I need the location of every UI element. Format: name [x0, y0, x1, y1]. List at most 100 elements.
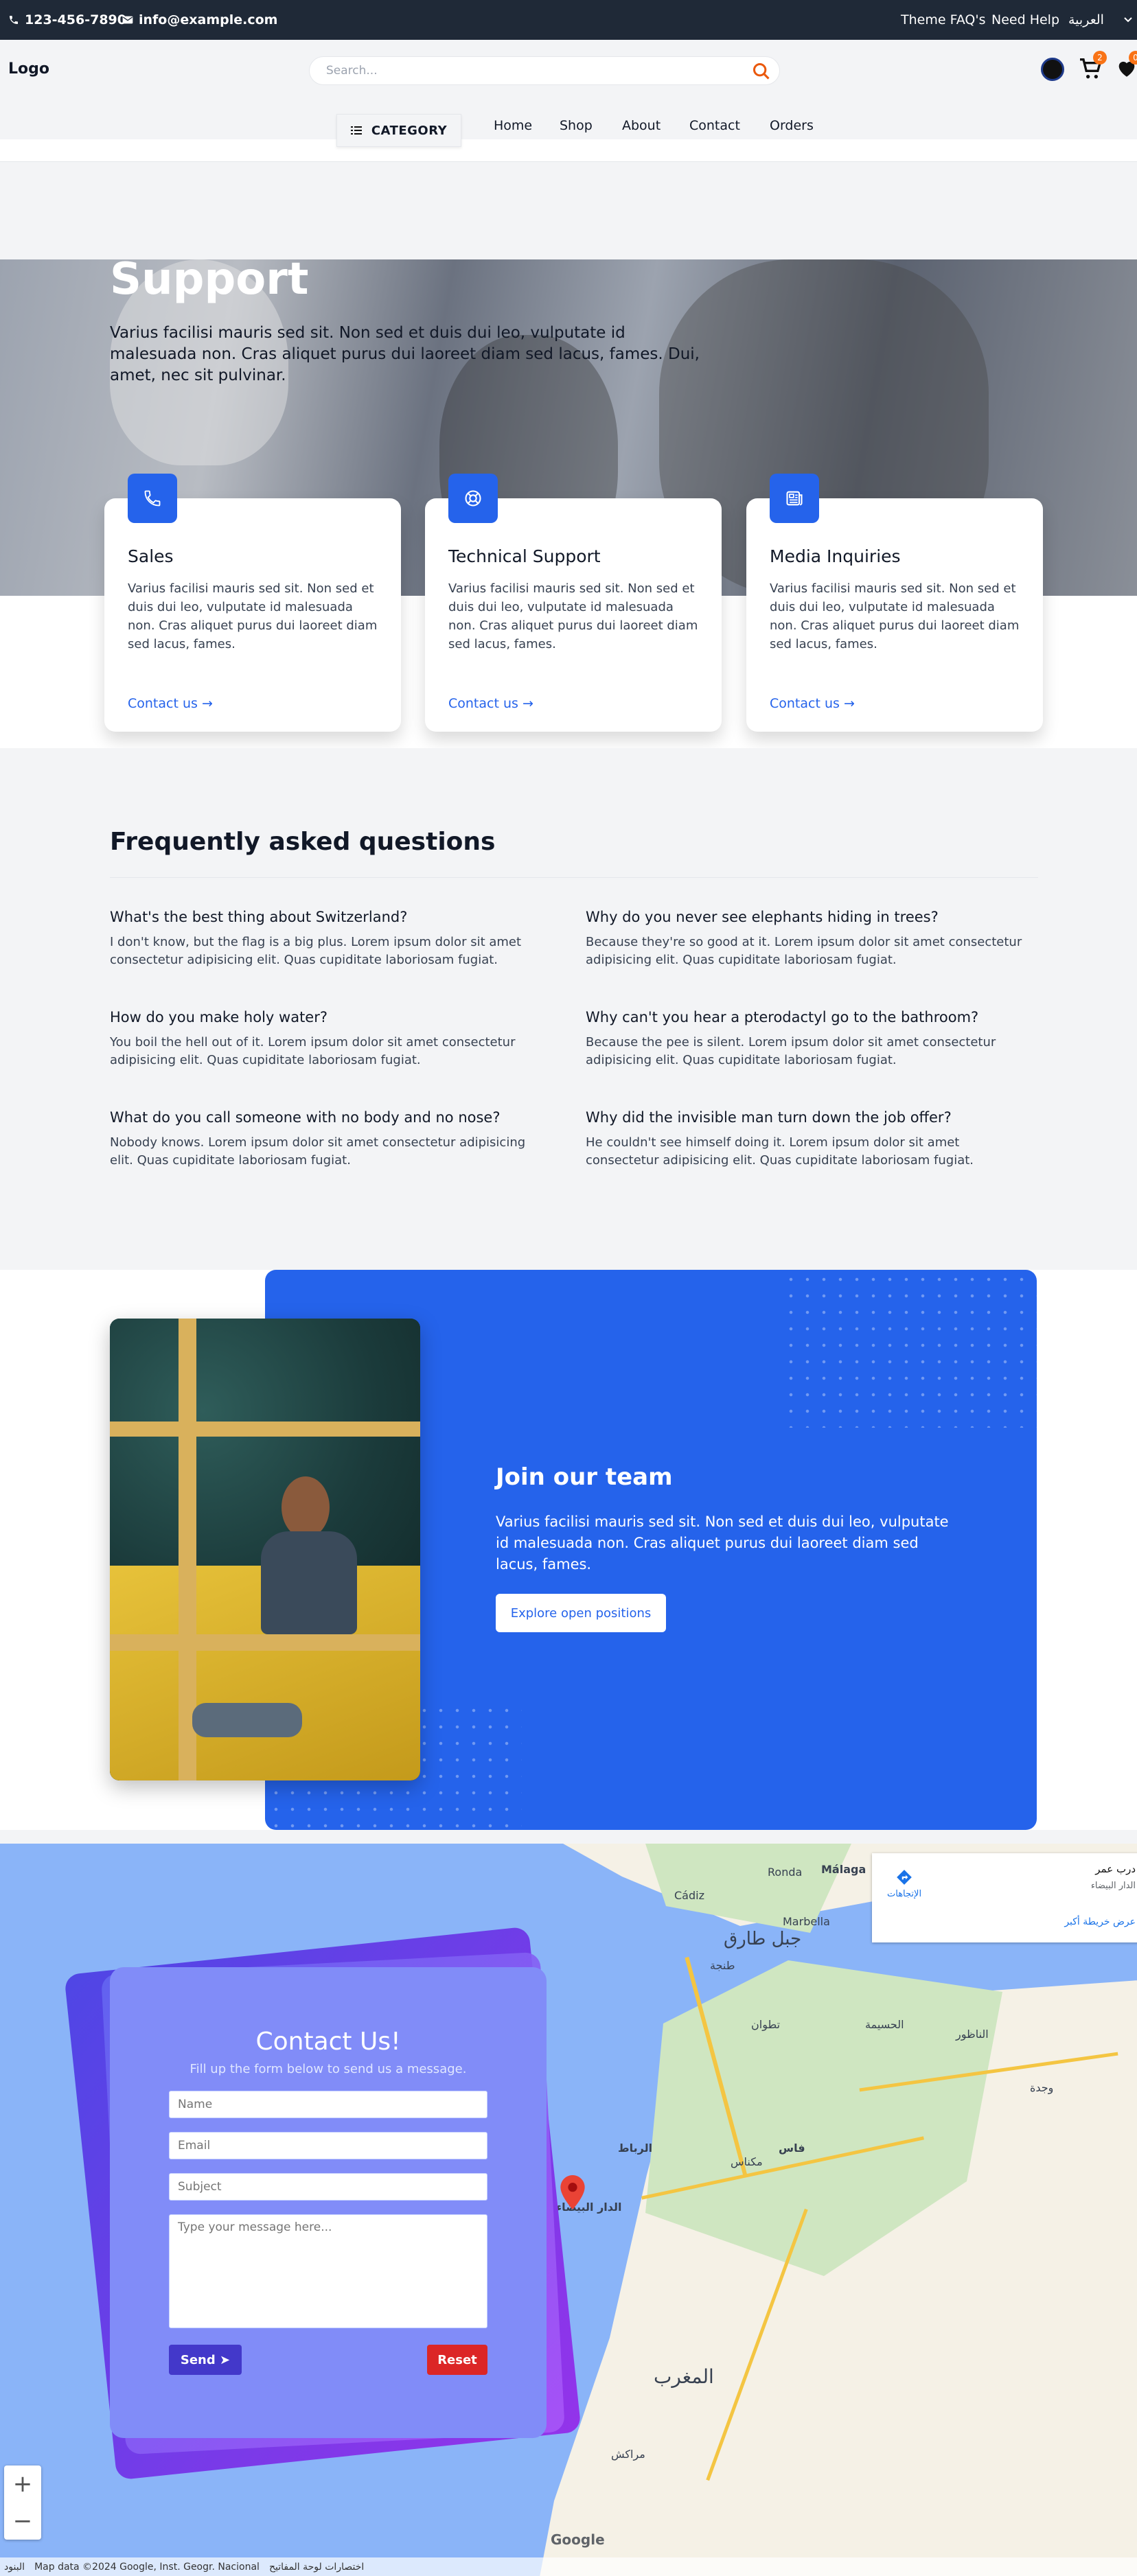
theme-faq-link[interactable]: Theme FAQ's	[901, 0, 986, 40]
search-icon[interactable]	[752, 62, 771, 81]
need-help-link[interactable]: Need Help	[991, 0, 1059, 40]
phone-icon	[10, 16, 18, 24]
map-label: طنجة	[710, 1959, 735, 1972]
faq-title: Frequently asked questions	[110, 828, 496, 856]
map-label: المغرب	[654, 2365, 714, 2388]
map-pin-icon[interactable]	[560, 2175, 585, 2209]
cart-badge: 2	[1093, 51, 1107, 65]
place-city: الدار البيضاء	[1090, 1881, 1136, 1891]
support-card-technical: Technical Support Varius facilisi mauris…	[425, 474, 722, 732]
newspaper-icon	[770, 474, 819, 523]
faq-question: Why can't you hear a pterodactyl go to t…	[586, 1009, 979, 1025]
card-text: Varius facilisi mauris sed sit. Non sed …	[128, 581, 378, 651]
faq-question: How do you make holy water?	[110, 1009, 328, 1025]
card-title: Sales	[128, 546, 174, 566]
list-icon	[350, 126, 362, 135]
dot-pattern	[783, 1271, 1037, 1428]
join-title: Join our team	[496, 1463, 673, 1491]
logo[interactable]: Logo	[8, 60, 49, 78]
contact-us-link[interactable]: Contact us →	[128, 696, 213, 711]
faq-answer: You boil the hell out of it. Lorem ipsum…	[110, 1035, 516, 1067]
map-label: Ronda	[768, 1866, 803, 1879]
phone-contact[interactable]: 123-456-7890	[8, 0, 126, 40]
hero-title: Support	[110, 254, 309, 305]
faq-divider	[110, 877, 1038, 878]
faq-question: Why did the invisible man turn down the …	[586, 1109, 952, 1126]
directions-button[interactable]: الإتجاهات	[887, 1868, 921, 1899]
card-text: Varius facilisi mauris sed sit. Non sed …	[448, 581, 698, 651]
faq-question: What do you call someone with no body an…	[110, 1109, 501, 1126]
map-label: الحسيمة	[865, 2018, 904, 2031]
zoom-out-button[interactable]: −	[4, 2503, 41, 2540]
nav-contact[interactable]: Contact	[689, 118, 740, 133]
email-contact[interactable]: info@example.com	[122, 0, 277, 40]
email-field[interactable]	[169, 2132, 487, 2159]
map-label: مراكش	[611, 2448, 645, 2461]
faq-answer: Because the pee is silent. Lorem ipsum d…	[586, 1035, 996, 1067]
map-info-card: الإتجاهات درب عمر الدار البيضاء عرض خريط…	[872, 1853, 1137, 1942]
team-photo	[110, 1319, 420, 1780]
map-label: الرباط	[618, 2142, 653, 2155]
map-label: الناظور	[956, 2028, 989, 2041]
keyboard-shortcuts-link[interactable]: اختصارات لوحة المفاتيح	[269, 2562, 364, 2573]
faq-item: How do you make holy water? You boil the…	[110, 1009, 549, 1069]
map-label: مكناس	[731, 2155, 763, 2168]
explore-positions-button[interactable]: Explore open positions	[496, 1594, 666, 1632]
nav-orders[interactable]: Orders	[770, 118, 814, 133]
map-label: Marbella	[783, 1915, 830, 1928]
reset-button[interactable]: Reset	[427, 2345, 487, 2375]
support-card-sales: Sales Varius facilisi mauris sed sit. No…	[104, 474, 401, 732]
contact-form: Contact Us! Fill up the form below to se…	[110, 1967, 547, 2438]
message-field[interactable]	[169, 2214, 487, 2328]
cart-button[interactable]: 2	[1077, 51, 1107, 82]
spacer-band	[0, 162, 1137, 259]
map-separator	[0, 1830, 1137, 1844]
lifebuoy-icon	[448, 474, 498, 523]
map-label: وجدة	[1030, 2081, 1054, 2094]
map-footer: البنود Map data ©2024 Google, Inst. Geog…	[0, 2557, 1137, 2576]
card-title: Technical Support	[448, 546, 601, 566]
larger-map-link[interactable]: عرض خريطة أكبر	[1064, 1916, 1136, 1927]
map-label: فاس	[779, 2142, 805, 2155]
subject-field[interactable]	[169, 2173, 487, 2201]
phone-icon	[128, 474, 177, 523]
category-button[interactable]: CATEGORY	[336, 114, 461, 147]
faq-item: What's the best thing about Switzerland?…	[110, 909, 549, 969]
faq-item: Why did the invisible man turn down the …	[586, 1109, 1025, 1170]
faq-answer: Nobody knows. Lorem ipsum dolor sit amet…	[110, 1135, 526, 1168]
card-title: Media Inquiries	[770, 546, 901, 566]
nav-shop[interactable]: Shop	[560, 118, 593, 133]
google-logo: Google	[551, 2531, 605, 2548]
faq-answer: He couldn't see himself doing it. Lorem …	[586, 1135, 974, 1168]
contact-us-link[interactable]: Contact us →	[448, 696, 533, 711]
zoom-controls: + −	[4, 2465, 41, 2540]
zoom-in-button[interactable]: +	[4, 2465, 41, 2503]
top-bar: 123-456-7890 info@example.com Theme FAQ'…	[0, 0, 1137, 40]
name-field[interactable]	[169, 2091, 487, 2118]
support-card-media: Media Inquiries Varius facilisi mauris s…	[746, 474, 1043, 732]
language-switch[interactable]: العربية	[1068, 0, 1104, 40]
search-input[interactable]: Search...	[326, 64, 378, 78]
map-label: تطوان	[751, 2018, 781, 2031]
faq-question: Why do you never see elephants hiding in…	[586, 909, 939, 925]
chevron-down-icon[interactable]	[1123, 0, 1133, 40]
directions-icon	[897, 1870, 912, 1885]
contact-subtitle: Fill up the form below to send us a mess…	[190, 2062, 467, 2076]
contact-us-link[interactable]: Contact us →	[770, 696, 855, 711]
directions-label: الإتجاهات	[887, 1889, 922, 1899]
place-name: درب عمر	[1095, 1863, 1136, 1875]
nav-about[interactable]: About	[622, 118, 661, 133]
join-text: Varius facilisi mauris sed sit. Non sed …	[496, 1513, 949, 1573]
terms-link[interactable]: البنود	[4, 2562, 25, 2573]
map-label: Málaga	[821, 1863, 866, 1876]
send-button[interactable]: Send ➤	[169, 2345, 242, 2375]
nav-home[interactable]: Home	[494, 118, 532, 133]
hero-text: Varius facilisi mauris sed sit. Non sed …	[110, 324, 700, 384]
email-address: info@example.com	[139, 12, 278, 27]
faq-answer: I don't know, but the flag is a big plus…	[110, 935, 522, 967]
faq-answer: Because they're so good at it. Lorem ips…	[586, 935, 1022, 967]
avatar[interactable]	[1041, 58, 1064, 81]
wishlist-button[interactable]: 0	[1115, 51, 1137, 80]
search-bar[interactable]: Search...	[309, 56, 780, 85]
map-attribution: Map data ©2024 Google, Inst. Geogr. Naci…	[34, 2561, 260, 2573]
